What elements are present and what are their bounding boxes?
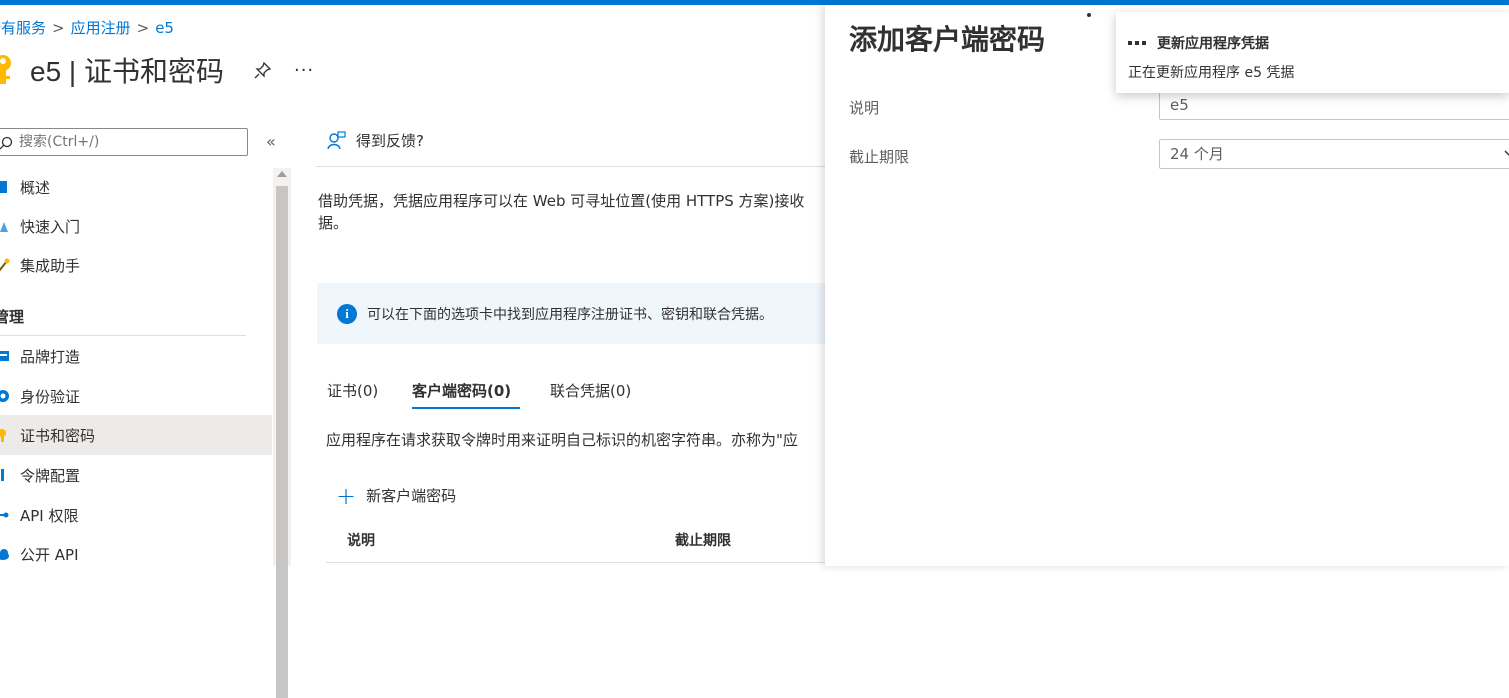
column-header-description[interactable]: 说明 xyxy=(347,530,375,550)
branding-icon xyxy=(0,349,10,363)
search-box[interactable] xyxy=(0,128,248,156)
description-field[interactable]: e5 xyxy=(1159,90,1509,120)
notification-toast[interactable]: 更新应用程序凭据 正在更新应用程序 e5 凭据 xyxy=(1116,12,1509,93)
sidebar-item-label: API 权限 xyxy=(20,506,79,525)
sidebar-item-label: 身份验证 xyxy=(20,387,81,406)
column-header-expiry[interactable]: 截止期限 xyxy=(675,530,731,550)
tab-client-secrets[interactable]: 客户端密码(0) xyxy=(412,380,511,401)
breadcrumb-e5[interactable]: e5 xyxy=(155,19,174,37)
breadcrumb: 所有服务 > 应用注册 > e5 xyxy=(0,17,174,38)
new-client-secret-button[interactable]: + 新客户端密码 xyxy=(336,481,457,510)
info-banner: i 可以在下面的选项卡中找到应用程序注册证书、密钥和联合凭据。 xyxy=(317,283,826,344)
page-description: 借助凭据，凭据应用程序可以在 Web 可寻址位置(使用 HTTPS 方案)接收据… xyxy=(318,192,805,232)
loading-dot xyxy=(1087,13,1091,17)
info-text: 可以在下面的选项卡中找到应用程序注册证书、密钥和联合凭据。 xyxy=(367,306,773,323)
sidebar-item-label: 品牌打造 xyxy=(20,347,81,366)
sidebar-scrollbar[interactable] xyxy=(273,168,291,698)
sidebar-item-label: 令牌配置 xyxy=(20,466,81,485)
key-icon xyxy=(0,428,10,442)
chevron-down-icon xyxy=(1504,144,1509,174)
feedback-label: 得到反馈? xyxy=(356,132,424,150)
feedback-icon xyxy=(326,130,346,151)
search-icon xyxy=(0,135,13,150)
expiry-select-value: 24 个月 xyxy=(1170,145,1224,163)
manage-section-header: 管理 xyxy=(0,308,25,326)
breadcrumb-all-services[interactable]: 所有服务 xyxy=(0,19,46,37)
divider xyxy=(326,562,826,563)
sidebar-item-label: 公开 API xyxy=(20,545,79,564)
expiry-select[interactable]: 24 个月 xyxy=(1159,139,1509,169)
sidebar-item-overview[interactable]: 概述 xyxy=(0,167,272,207)
sidebar-item-label: 概述 xyxy=(20,178,51,197)
breadcrumb-app-registrations[interactable]: 应用注册 xyxy=(71,19,131,37)
toast-message: 正在更新应用程序 e5 凭据 xyxy=(1128,65,1295,81)
title-row: e5 | 证书和密码 ··· xyxy=(0,50,314,90)
more-options-icon[interactable]: ··· xyxy=(294,60,314,81)
api-permissions-icon xyxy=(0,508,10,522)
progress-dots-icon xyxy=(1128,41,1146,45)
scroll-up-icon[interactable] xyxy=(277,171,287,177)
breadcrumb-separator: > xyxy=(52,19,65,37)
breadcrumb-separator: > xyxy=(136,19,150,37)
sidebar-item-integration[interactable]: 集成助手 xyxy=(0,245,272,285)
collapse-sidebar-icon[interactable]: « xyxy=(266,132,276,151)
divider xyxy=(316,166,826,167)
sidebar-item-quickstart[interactable]: 快速入门 xyxy=(0,206,272,246)
sidebar-item-token-config[interactable]: 令牌配置 xyxy=(0,455,272,495)
plus-icon: + xyxy=(336,481,357,510)
tab-certificates[interactable]: 证书(0) xyxy=(327,380,378,401)
expose-api-icon xyxy=(0,547,10,561)
new-client-secret-label: 新客户端密码 xyxy=(366,487,457,505)
scrollbar-thumb[interactable] xyxy=(276,186,288,698)
tab-description: 应用程序在请求获取令牌时用来证明自己标识的机密字符串。亦称为"应 xyxy=(326,431,798,449)
search-input[interactable] xyxy=(17,133,241,151)
panel-title: 添加客户端密码 xyxy=(849,23,1046,56)
pin-icon[interactable] xyxy=(254,61,272,79)
active-tab-indicator xyxy=(412,407,520,409)
overview-icon xyxy=(0,180,10,194)
page-title: e5 | 证书和密码 xyxy=(30,56,224,87)
sidebar-item-label: 集成助手 xyxy=(20,256,81,275)
token-icon xyxy=(0,468,10,482)
description-label: 说明 xyxy=(849,99,880,117)
sidebar-item-expose-api[interactable]: 公开 API xyxy=(0,534,272,574)
authentication-icon xyxy=(0,389,10,403)
key-icon xyxy=(0,54,16,86)
sidebar-item-label: 证书和密码 xyxy=(20,426,96,445)
sidebar-item-label: 快速入门 xyxy=(20,217,81,236)
sidebar-item-authentication[interactable]: 身份验证 xyxy=(0,376,272,416)
sidebar-item-branding[interactable]: 品牌打造 xyxy=(0,336,272,376)
toast-title: 更新应用程序凭据 xyxy=(1128,33,1269,53)
feedback-button[interactable]: 得到反馈? xyxy=(326,130,424,151)
sidebar-item-certificates-secrets[interactable]: 证书和密码 xyxy=(0,415,272,455)
expiry-label: 截止期限 xyxy=(849,148,910,166)
integration-icon xyxy=(0,258,10,272)
sidebar-item-api-permissions[interactable]: API 权限 xyxy=(0,495,272,535)
info-icon: i xyxy=(337,303,357,324)
quickstart-icon xyxy=(0,219,10,233)
toast-title-text: 更新应用程序凭据 xyxy=(1157,36,1269,52)
tab-federated-credentials[interactable]: 联合凭据(0) xyxy=(550,380,631,401)
